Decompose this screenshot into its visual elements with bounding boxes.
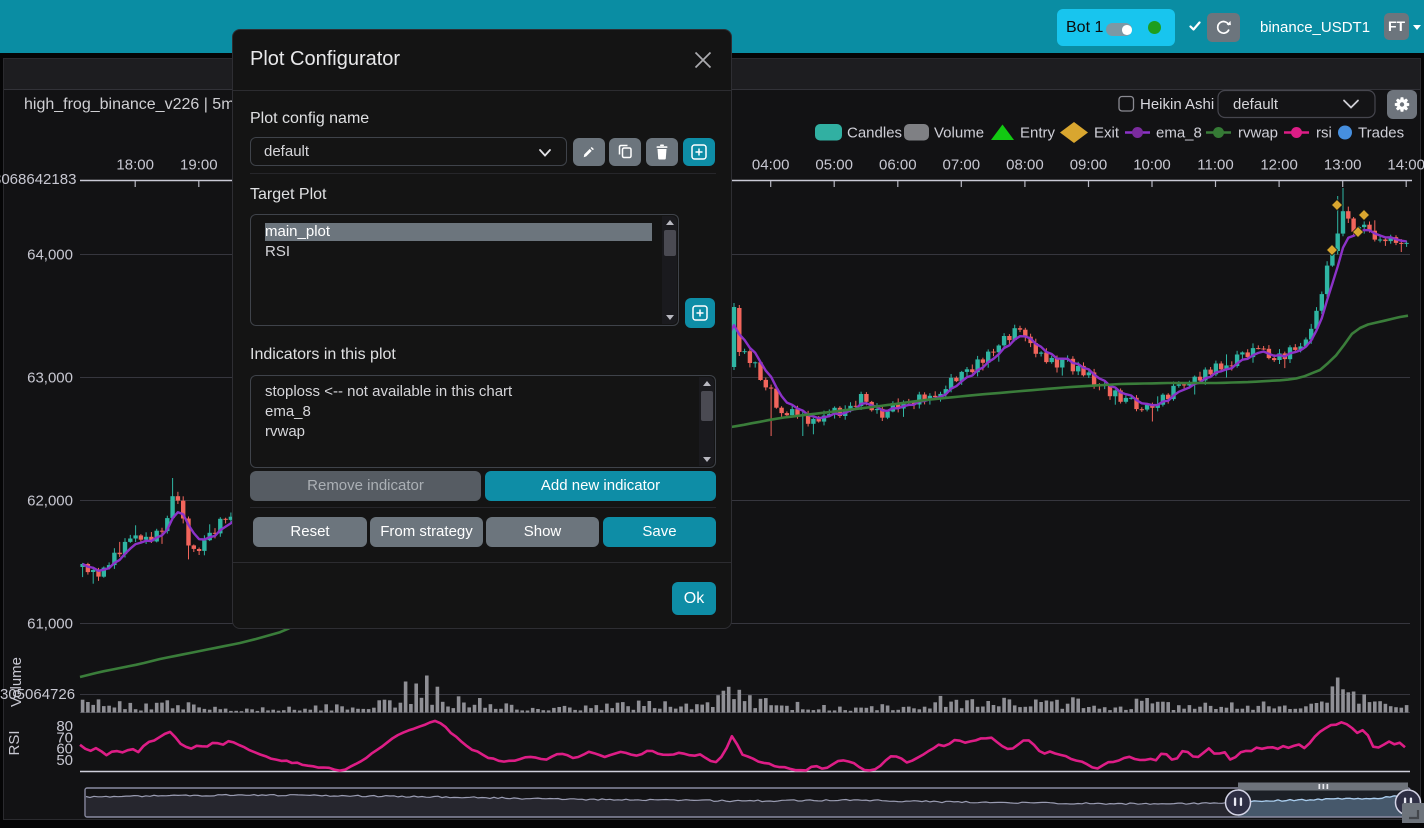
svg-text:06:00: 06:00 (879, 157, 917, 174)
svg-text:Exit: Exit (1094, 125, 1120, 142)
svg-text:12:00: 12:00 (1260, 157, 1298, 174)
svg-text:08:00: 08:00 (1006, 157, 1044, 174)
svg-text:Candles: Candles (847, 125, 902, 142)
svg-text:Heikin Ashi: Heikin Ashi (1140, 96, 1214, 113)
svg-text:3068642183: 3068642183 (0, 171, 76, 188)
svg-text:05:00: 05:00 (815, 157, 853, 174)
svg-text:10:00: 10:00 (1133, 157, 1171, 174)
svg-text:rsi: rsi (1316, 125, 1332, 142)
svg-text:ema_8: ema_8 (1156, 125, 1202, 142)
svg-text:09:00: 09:00 (1070, 157, 1108, 174)
svg-text:07:00: 07:00 (943, 157, 981, 174)
svg-text:rvwap: rvwap (1238, 125, 1278, 142)
svg-text:14:00: 14:00 (1387, 157, 1424, 174)
svg-text:Entry: Entry (1020, 125, 1056, 142)
svg-text:11:00: 11:00 (1197, 157, 1233, 174)
svg-text:high_frog_binance_v226 | 5m: high_frog_binance_v226 | 5m (24, 96, 235, 113)
svg-text:62,000: 62,000 (27, 493, 73, 510)
svg-text:Trades: Trades (1358, 125, 1404, 142)
svg-text:RSI: RSI (6, 730, 23, 755)
svg-text:13:00: 13:00 (1324, 157, 1362, 174)
svg-text:50: 50 (56, 752, 73, 769)
svg-text:04:00: 04:00 (752, 157, 790, 174)
svg-text:63,000: 63,000 (27, 370, 73, 387)
svg-text:18:00: 18:00 (116, 157, 154, 174)
svg-text:61,000: 61,000 (27, 616, 73, 633)
svg-text:default: default (1233, 96, 1279, 113)
svg-text:Volume: Volume (934, 125, 984, 142)
svg-text:Volume: Volume (8, 657, 25, 707)
svg-text:19:00: 19:00 (180, 157, 218, 174)
svg-text:64,000: 64,000 (27, 247, 73, 264)
